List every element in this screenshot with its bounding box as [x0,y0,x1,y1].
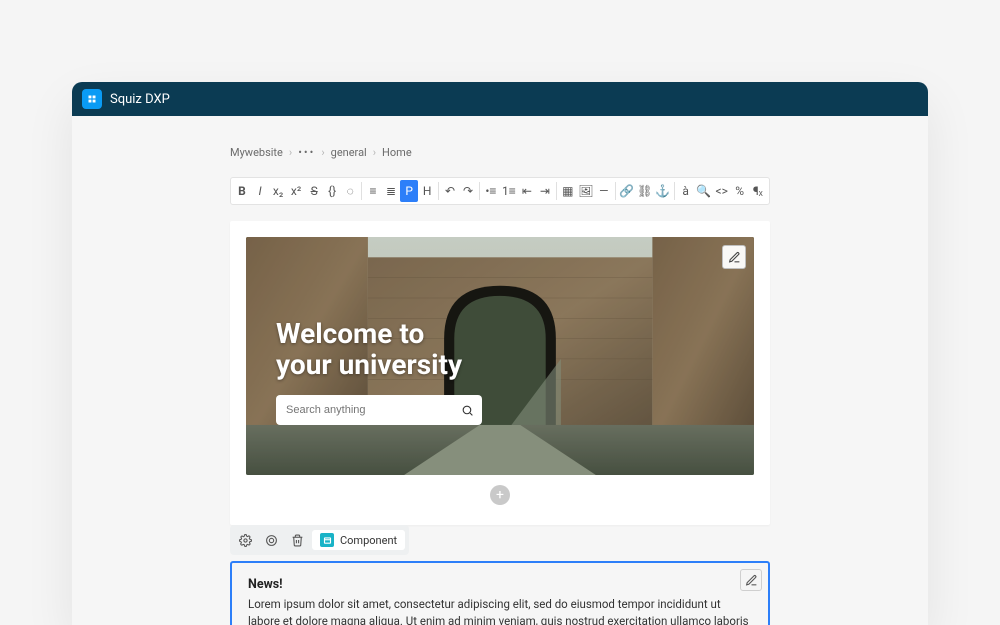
toolbar-table-button[interactable]: ▦ [559,180,577,202]
toolbar-more-button[interactable]: ¶ₓ [749,180,767,202]
toolbar-separator [361,182,362,200]
hero-title-line2: your university [276,348,462,381]
toolbar-outdent-button[interactable]: ⇤ [518,180,536,202]
toolbar-redo-button[interactable]: ↷ [459,180,477,202]
crumb-page[interactable]: Home [382,146,412,159]
title-bar: Squiz DXP [72,82,928,116]
component-chip[interactable]: Component [312,530,405,550]
chevron-right-icon: › [289,146,292,159]
toolbar-separator [479,182,480,200]
news-body: Lorem ipsum dolor sit amet, consectetur … [248,596,752,625]
search-input[interactable] [284,403,461,417]
hero-title-line1: Welcome to [276,317,424,350]
toolbar-separator [438,182,439,200]
add-block-row: + [246,475,754,509]
toolbar-link-button[interactable]: 🔗 [618,180,636,202]
toolbar-separator [674,182,675,200]
breadcrumb: Mywebsite › ••• › general › Home [230,146,770,159]
target-button[interactable] [260,529,282,551]
toolbar-anchor-button[interactable]: ⚓ [654,180,672,202]
crumb-section[interactable]: general [331,146,367,159]
toolbar-sup-button[interactable]: x² [287,180,305,202]
edit-hero-button[interactable] [722,245,746,269]
edit-news-button[interactable] [740,569,762,591]
toolbar-strike-button[interactable]: S [305,180,323,202]
toolbar-image-button[interactable]: 🖼 [577,180,595,202]
toolbar-clear-button[interactable]: ◌ [341,180,359,202]
app-title: Squiz DXP [110,92,170,107]
toolbar-ol-button[interactable]: 1≡ [500,180,518,202]
chevron-right-icon: › [321,146,324,159]
toolbar-separator [615,182,616,200]
content-area: Mywebsite › ••• › general › Home BIx₂x²S… [72,116,928,625]
search-icon[interactable] [461,404,474,417]
toolbar-align-center-button[interactable]: ≣ [382,180,400,202]
toolbar-separator [556,182,557,200]
toolbar-indent-button[interactable]: ⇥ [536,180,554,202]
rte-toolbar: BIx₂x²S{}◌≡≣PH↶↷•≡1≡⇤⇥▦🖼—🔗⛓⚓à🔍<>%¶ₓ [230,177,770,205]
toolbar-align-left-button[interactable]: ≡ [364,180,382,202]
toolbar-sub-button[interactable]: x₂ [269,180,287,202]
delete-button[interactable] [286,529,308,551]
hero-block[interactable]: Welcome to your university [246,237,754,475]
crumb-ellipsis[interactable]: ••• [298,146,315,159]
news-block[interactable]: News! Lorem ipsum dolor sit amet, consec… [230,561,770,625]
toolbar-ul-button[interactable]: •≡ [482,180,500,202]
chevron-right-icon: › [373,146,376,159]
settings-button[interactable] [234,529,256,551]
component-toolbar: Component [230,525,409,555]
hero-search[interactable] [276,395,482,425]
component-icon [320,533,334,547]
crumb-root[interactable]: Mywebsite [230,146,283,159]
toolbar-hr-button[interactable]: — [595,180,613,202]
toolbar-char-button[interactable]: à [677,180,695,202]
hero-content: Welcome to your university [246,319,482,475]
app-logo-icon [82,89,102,109]
toolbar-find-button[interactable]: 🔍 [695,180,713,202]
hero-title: Welcome to your university [276,319,482,381]
component-label: Component [340,534,397,547]
toolbar-heading-button[interactable]: H [418,180,436,202]
add-block-button[interactable]: + [490,485,510,505]
toolbar-code-button[interactable]: {} [323,180,341,202]
news-heading: News! [248,577,752,592]
toolbar-source-button[interactable]: <> [713,180,731,202]
toolbar-percent-button[interactable]: % [731,180,749,202]
toolbar-italic-button[interactable]: I [251,180,269,202]
toolbar-bold-button[interactable]: B [233,180,251,202]
toolbar-undo-button[interactable]: ↶ [441,180,459,202]
toolbar-paragraph-button[interactable]: P [400,180,418,202]
toolbar-unlink-button[interactable]: ⛓ [636,180,654,202]
page-canvas: Welcome to your university + [230,221,770,525]
app-window: Squiz DXP Mywebsite › ••• › general › Ho… [72,82,928,625]
